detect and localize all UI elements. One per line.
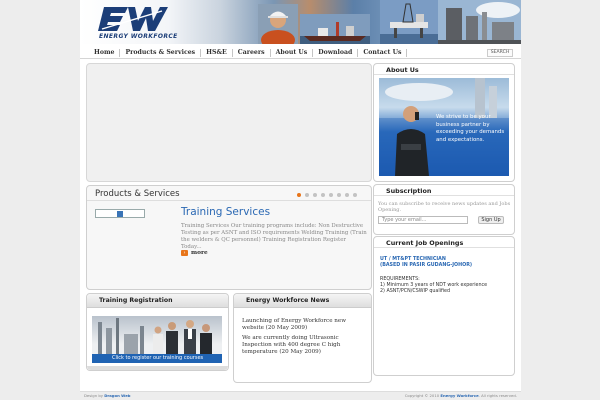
search-input[interactable]: SEARCH (487, 48, 513, 57)
news-item[interactable]: We are currently doing Ultrasonic Inspec… (242, 335, 368, 356)
nav-download[interactable]: Download (313, 48, 359, 57)
energy-workforce-logo-icon[interactable] (98, 5, 168, 33)
main-nav: Home Products & Services HS&E Careers Ab… (80, 47, 521, 59)
slide-dot[interactable] (297, 193, 301, 197)
about-us-title: About Us (374, 64, 514, 75)
products-services-panel: Products & Services Training Services Tr… (86, 185, 372, 290)
copyright-suffix: . All rights reserved. (478, 393, 517, 398)
requirement-item: 2) ASNT/PCN/CSWIP qualified (380, 289, 451, 295)
slide-pagination (297, 193, 357, 197)
product-description: Training Services Our training programs … (181, 223, 367, 250)
sign-up-button[interactable]: Sign Up (478, 216, 504, 224)
nav-products-services[interactable]: Products & Services (120, 48, 202, 57)
slide-dot[interactable] (337, 193, 341, 197)
email-field[interactable]: Type your email... (378, 216, 468, 224)
header-banner: ENERGY WORKFORCE (80, 0, 521, 44)
featured-slider[interactable] (86, 63, 372, 182)
training-registration-title: Training Registration (87, 294, 228, 308)
worker-photo-icon (258, 4, 298, 44)
subscription-panel: Subscription You can subscribe to receiv… (373, 184, 515, 235)
training-people-photo-icon (98, 318, 212, 356)
credit-prefix: Design by (84, 393, 103, 398)
subscription-description: You can subscribe to receive news update… (378, 201, 511, 213)
slide-dot[interactable] (321, 193, 325, 197)
arrow-right-icon[interactable]: › (181, 250, 188, 256)
oil-rig-photo-icon (380, 0, 438, 44)
job-openings-title: Current Job Openings (374, 237, 514, 248)
slide-dot[interactable] (329, 193, 333, 197)
job-location-line[interactable]: (BASED IN PASIR GUDANG-JOHOR) (380, 263, 512, 269)
news-title: Energy Workforce News (234, 294, 371, 308)
thumbnail-icon (117, 210, 123, 217)
slide-dot[interactable] (345, 193, 349, 197)
ship-photo-icon (300, 14, 370, 44)
job-requirements: REQUIREMENTS: 1) Minimum 3 years of NDT … (380, 277, 512, 296)
register-banner-text[interactable]: Click to register our training courses (92, 354, 222, 363)
about-us-banner[interactable]: We strive to be your business partner by… (379, 78, 509, 176)
nav-about-us[interactable]: About Us (271, 48, 314, 57)
nav-careers[interactable]: Careers (233, 48, 271, 57)
products-services-title: Products & Services (95, 189, 180, 199)
nav-home[interactable]: Home (80, 48, 121, 57)
copyright-prefix: Copyright © 2010 (404, 393, 440, 398)
news-item[interactable]: Launching of Energy Workforce new websit… (242, 318, 368, 332)
nav-contact-us[interactable]: Contact Us (358, 48, 408, 57)
job-title-link[interactable]: UT / MT&PT TECHNICIAN (BASED IN PASIR GU… (380, 257, 512, 269)
footer: Design by Dragon Web Copyright © 2010 En… (80, 391, 521, 400)
training-register-banner[interactable]: Click to register our training courses (92, 316, 222, 363)
slide-dot[interactable] (353, 193, 357, 197)
panel-footer (87, 366, 228, 370)
nav-hse[interactable]: HS&E (201, 48, 233, 57)
subscription-title: Subscription (374, 185, 514, 196)
news-panel: Energy Workforce News Launching of Energ… (233, 293, 372, 383)
slide-dot[interactable] (305, 193, 309, 197)
footer-credit: Design by Dragon Web (84, 392, 131, 400)
logo-text: ENERGY WORKFORCE (99, 33, 178, 40)
divider (87, 200, 371, 201)
product-heading[interactable]: Training Services (181, 206, 270, 218)
about-tagline: We strive to be your business partner by… (436, 114, 505, 143)
designer-link[interactable]: Dragon Web (104, 393, 130, 398)
job-openings-panel: Current Job Openings UT / MT&PT TECHNICI… (373, 236, 515, 376)
product-thumbnail[interactable] (95, 209, 145, 218)
about-us-panel: About Us We strive to be your business p… (373, 63, 515, 182)
company-link[interactable]: Energy Workforce (440, 393, 478, 398)
copyright: Copyright © 2010 Energy Workforce. All r… (405, 392, 517, 400)
slide-dot[interactable] (313, 193, 317, 197)
more-link[interactable]: more (191, 250, 208, 256)
page: ENERGY WORKFORCE Home Products & Service… (80, 0, 521, 400)
power-plant-photo-icon (438, 0, 521, 44)
training-registration-panel: Training Registration Click to register … (86, 293, 229, 371)
